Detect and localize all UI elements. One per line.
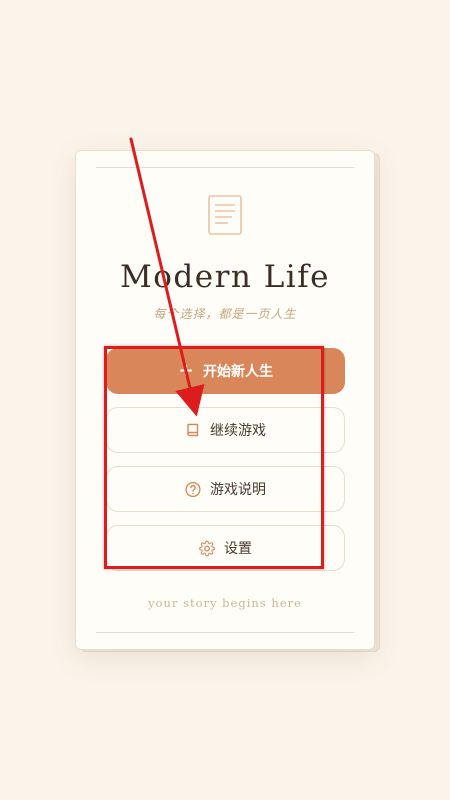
game-title: Modern Life (119, 259, 331, 295)
game-instructions-button[interactable]: 游戏说明 (106, 466, 345, 512)
game-subtitle: 每个选择，都是一页人生 (153, 307, 297, 321)
top-divider (96, 167, 354, 168)
gear-icon (199, 540, 215, 556)
tagline: your story begins here (148, 596, 302, 610)
bottom-divider (96, 632, 354, 633)
start-new-life-label: 开始新人生 (203, 364, 273, 380)
document-icon (208, 195, 242, 235)
game-instructions-label: 游戏说明 (210, 482, 266, 498)
plus-icon: + (178, 360, 194, 381)
continue-game-label: 继续游戏 (210, 423, 266, 439)
title-card: Modern Life 每个选择，都是一页人生 + 开始新人生 继续游戏 游戏说… (75, 150, 375, 650)
book-icon (185, 422, 201, 438)
settings-button[interactable]: 设置 (106, 525, 345, 571)
continue-game-button[interactable]: 继续游戏 (106, 407, 345, 453)
app-screen: Modern Life 每个选择，都是一页人生 + 开始新人生 继续游戏 游戏说… (0, 0, 450, 800)
start-new-life-button[interactable]: + 开始新人生 (106, 348, 345, 394)
settings-label: 设置 (224, 541, 252, 557)
question-circle-icon (185, 481, 201, 497)
